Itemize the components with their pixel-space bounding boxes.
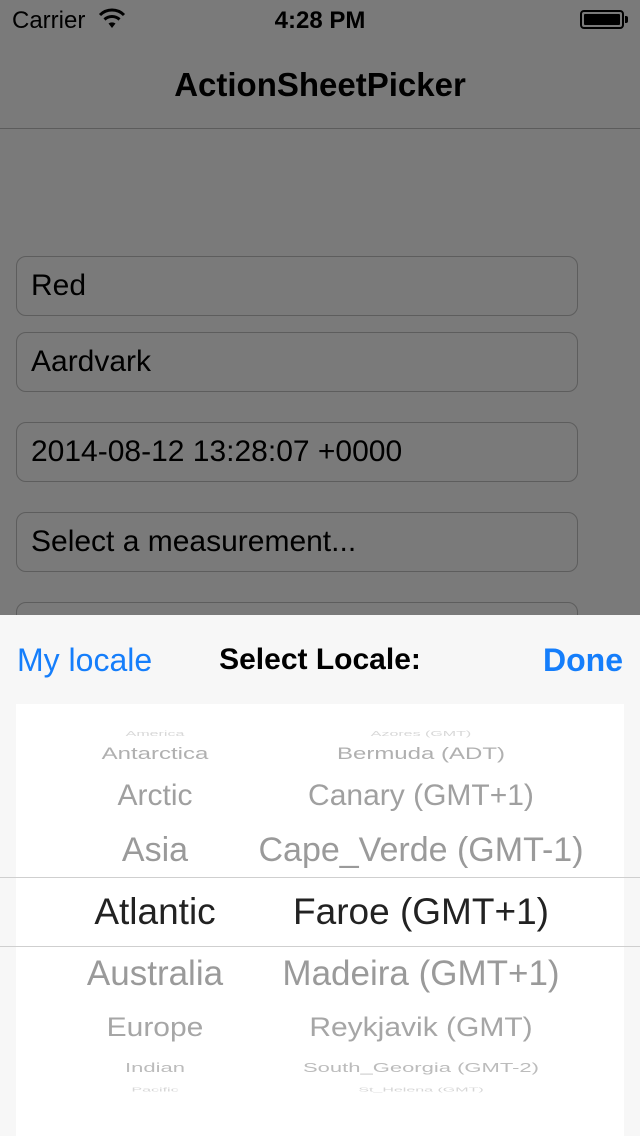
selection-indicator-bottom (0, 946, 640, 947)
done-button[interactable]: Done (543, 642, 623, 679)
color-field[interactable]: Red (16, 256, 578, 316)
date-field[interactable]: 2014-08-12 13:28:07 +0000 (16, 422, 578, 482)
animal-field[interactable]: Aardvark (16, 332, 578, 392)
locale-picker[interactable]: America Azores (GMT) Antarctica Bermuda … (16, 704, 624, 1136)
picker-region: Asia (121, 831, 189, 869)
picker-locale: Canary (GMT+1) (308, 779, 534, 812)
picker-row[interactable]: Arctic Canary (GMT+1) (16, 766, 624, 826)
picker-row[interactable]: Europe Reykjavik (GMT) (16, 1001, 624, 1055)
action-sheet: My locale Select Locale: Done America Az… (0, 615, 640, 1136)
picker-locale: Reykjavik (GMT) (309, 1012, 533, 1043)
battery-nub (625, 16, 628, 23)
picker-row-selected[interactable]: Atlantic Faroe (GMT+1) (16, 882, 624, 942)
picker-locale: Cape_Verde (GMT-1) (258, 831, 584, 869)
selection-indicator-top (0, 877, 640, 878)
picker-row[interactable]: Pacific St_Helena (GMT) (16, 1080, 624, 1101)
picker-region: Arctic (117, 779, 193, 812)
picker-locale: St_Helena (GMT) (358, 1086, 484, 1093)
navigation-bar: ActionSheetPicker (0, 40, 640, 129)
picker-locale: Madeira (GMT+1) (282, 954, 560, 993)
status-bar: Carrier 4:28 PM (0, 0, 640, 40)
nav-title: ActionSheetPicker (174, 66, 466, 103)
picker-region: Atlantic (94, 891, 216, 932)
sheet-toolbar: My locale Select Locale: Done (0, 615, 640, 703)
measurement-field[interactable]: Select a measurement... (16, 512, 578, 572)
picker-locale: Faroe (GMT+1) (293, 891, 549, 932)
status-time: 4:28 PM (274, 7, 366, 34)
picker-row[interactable]: Asia Cape_Verde (GMT-1) (16, 820, 624, 880)
picker-row[interactable]: Australia Madeira (GMT+1) (16, 944, 624, 1004)
battery-fill (584, 14, 620, 25)
battery-icon (580, 10, 628, 29)
picker-region: Pacific (131, 1086, 179, 1093)
picker-region: Australia (86, 954, 224, 993)
picker-region: Europe (106, 1012, 204, 1043)
